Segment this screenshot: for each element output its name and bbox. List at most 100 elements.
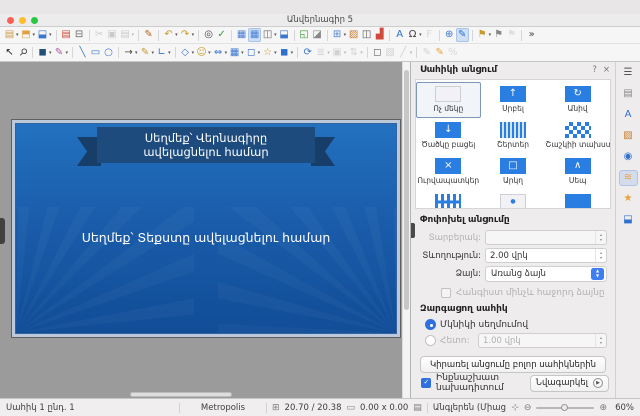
- glue-points-icon[interactable]: ✎▾: [433, 46, 446, 60]
- open-icon[interactable]: ⬒▾: [20, 28, 37, 42]
- sidebar-menu-icon[interactable]: ☰: [619, 65, 638, 81]
- crop-icon[interactable]: ▧▾: [384, 46, 397, 60]
- transition-wipe[interactable]: ↑ Սրբել: [481, 82, 546, 118]
- slide-title-placeholder[interactable]: Սեղմեք՝ Վերնագիրը ավելացնելու համար: [97, 127, 315, 163]
- basic-shapes-icon[interactable]: ◇▾: [179, 46, 196, 60]
- toolbar-overflow-icon[interactable]: »▾: [525, 28, 538, 42]
- lines-and-arrows-icon[interactable]: →▾: [122, 46, 139, 60]
- stepper-icon[interactable]: ▴▾: [595, 249, 606, 262]
- fit-slide-icon[interactable]: ⊹: [511, 403, 519, 413]
- insert-comment-icon[interactable]: ⚑▾: [476, 28, 493, 42]
- rectangle-icon[interactable]: ▭▾: [89, 46, 102, 60]
- slide-text-placeholder[interactable]: Սեղմեք՝ Տեքստը ավելացնելու համար: [12, 230, 400, 245]
- print-icon[interactable]: ⊟▾: [73, 28, 86, 42]
- horizontal-scrollbar-thumb[interactable]: [130, 392, 232, 397]
- vertical-scrollbar-thumb[interactable]: [404, 70, 409, 310]
- rotate-icon[interactable]: ⟳▾: [301, 46, 314, 60]
- after-radio[interactable]: [425, 335, 436, 346]
- automatic-preview-checkbox[interactable]: [421, 378, 431, 388]
- transition-shape[interactable]: × Ուրվապատկեր: [416, 154, 481, 190]
- show-comments-icon[interactable]: ⚑▾: [492, 28, 505, 42]
- transition-none[interactable]: Ոչ մեկը: [416, 82, 481, 118]
- transition-wheel[interactable]: ↻ Անիվ: [545, 82, 610, 118]
- toggle-extrusion-icon[interactable]: %▾: [446, 46, 459, 60]
- transition-uncover[interactable]: ↓ Ծածկը բացել: [416, 118, 481, 154]
- find-replace-icon[interactable]: ◎▾: [202, 28, 215, 42]
- clone-formatting-icon[interactable]: ✎▾: [142, 28, 155, 42]
- stars-icon[interactable]: ☆▾: [261, 46, 278, 60]
- tab-animation[interactable]: ★: [619, 191, 638, 207]
- image-filter-icon[interactable]: ╱▾: [397, 46, 414, 60]
- normal-view-icon[interactable]: ⬓▾: [278, 28, 291, 42]
- undo-icon[interactable]: ↶▾: [162, 28, 179, 42]
- new-document-icon[interactable]: ▤▾: [3, 28, 20, 42]
- transition-checkers[interactable]: Շաշկիի տախստակ: [545, 118, 610, 154]
- zoom-level-status[interactable]: 60%: [612, 403, 634, 413]
- play-button[interactable]: Նվագարկել▶: [530, 375, 609, 392]
- transition-cut[interactable]: Կտրել: [545, 190, 610, 209]
- insert-image-icon[interactable]: ▨▾: [347, 28, 360, 42]
- fontwork-icon[interactable]: F▾: [423, 28, 436, 42]
- slide-canvas[interactable]: Սեղմեք՝ Վերնագիրը ավելացնելու համար Սեղմ…: [11, 119, 401, 338]
- new-slide-icon[interactable]: ◱▾: [298, 28, 311, 42]
- duration-field[interactable]: 2.00 վրկ▴▾: [485, 248, 607, 263]
- spelling-icon[interactable]: ✓▾: [215, 28, 228, 42]
- cut-icon[interactable]: ✂▾: [93, 28, 106, 42]
- apply-to-all-slides-button[interactable]: Կիրառել անցումը բոլոր սահիկներին: [420, 356, 606, 373]
- tab-styles[interactable]: A: [619, 107, 638, 123]
- transition-venetian[interactable]: Վենետիկյան: [416, 190, 481, 209]
- object-size-status[interactable]: 0.00 x 0.00: [360, 403, 408, 413]
- tab-master-slides[interactable]: ⬓: [619, 212, 638, 228]
- close-panel-icon[interactable]: ×: [603, 65, 610, 75]
- tab-gallery[interactable]: ▨: [619, 128, 638, 144]
- ellipse-icon[interactable]: ○▾: [102, 46, 115, 60]
- display-views-icon[interactable]: ◫▾: [261, 28, 278, 42]
- document-modified-icon[interactable]: ▤: [413, 403, 422, 413]
- insert-table-icon[interactable]: ⊞▾: [331, 28, 348, 42]
- hyperlink-icon[interactable]: ⊕▾: [443, 28, 456, 42]
- variant-field[interactable]: ▴▾: [485, 230, 607, 245]
- show-draw-functions-icon[interactable]: ✎▾: [456, 28, 469, 42]
- stepper-icon[interactable]: ▴▾: [595, 231, 606, 244]
- insert-line-icon[interactable]: ╲▾: [76, 46, 89, 60]
- insert-text-box-icon[interactable]: A▾: [393, 28, 406, 42]
- tab-navigator[interactable]: ◉: [619, 149, 638, 165]
- on-click-radio[interactable]: [425, 319, 436, 330]
- callouts-icon[interactable]: ◻▾: [245, 46, 262, 60]
- edit-points-icon[interactable]: ✎▾: [420, 46, 433, 60]
- align-icon[interactable]: ≣▾: [314, 46, 331, 60]
- insert-columns-icon[interactable]: ◫▾: [360, 28, 373, 42]
- flip-icon[interactable]: ⇅▾: [347, 46, 364, 60]
- transition-fade[interactable]: ● Մարել: [481, 190, 546, 209]
- cursor-position-status[interactable]: 20.70 / 20.38: [285, 403, 342, 413]
- transition-box[interactable]: □ Արկղ: [481, 154, 546, 190]
- curves-polygons-icon[interactable]: ✎▾: [139, 46, 156, 60]
- save-icon[interactable]: ⬓▾: [36, 28, 53, 42]
- slide-number-status[interactable]: Սահիկ 1 ընդ. 1: [6, 403, 174, 413]
- delete-comment-icon[interactable]: ⚑▾: [505, 28, 518, 42]
- line-color-icon[interactable]: ✎▾: [53, 46, 70, 60]
- sound-select[interactable]: Առանց ձայն▲▼: [485, 266, 607, 282]
- stepper-icon[interactable]: ▴▾: [595, 334, 606, 347]
- flowchart-icon[interactable]: ▦▾: [228, 46, 245, 60]
- paste-icon[interactable]: ▤▾: [119, 28, 136, 42]
- snap-to-grid-icon[interactable]: ▦▾: [248, 28, 261, 42]
- fill-color-icon[interactable]: ◼▾: [36, 46, 53, 60]
- 3d-objects-icon[interactable]: ◼▾: [278, 46, 295, 60]
- after-field[interactable]: 1.00 վրկ▴▾: [478, 333, 607, 348]
- symbol-shapes-icon[interactable]: ☺▾: [195, 46, 212, 60]
- zoom-icon[interactable]: ⚲▾: [16, 46, 29, 60]
- zoom-slider-thumb[interactable]: [561, 404, 568, 411]
- connectors-icon[interactable]: ∟▾: [155, 46, 172, 60]
- transition-wedge[interactable]: ∧ Սեպ: [545, 154, 610, 190]
- loop-until-next-sound-checkbox[interactable]: [441, 288, 451, 298]
- tab-slide-transition[interactable]: ≋: [619, 170, 638, 186]
- zoom-slider[interactable]: [536, 403, 594, 413]
- zoom-out-icon[interactable]: ⊖: [524, 403, 532, 413]
- slides-pane-splitter-handle[interactable]: [0, 218, 5, 244]
- language-status[interactable]: Անգլերեն (Միացյալ Թագավորություն): [433, 403, 507, 413]
- transition-bars[interactable]: Շերտեր: [481, 118, 546, 154]
- vertical-scrollbar[interactable]: [402, 62, 410, 398]
- arrange-icon[interactable]: ▣▾: [331, 46, 348, 60]
- insert-chart-icon[interactable]: ▟▾: [373, 28, 386, 42]
